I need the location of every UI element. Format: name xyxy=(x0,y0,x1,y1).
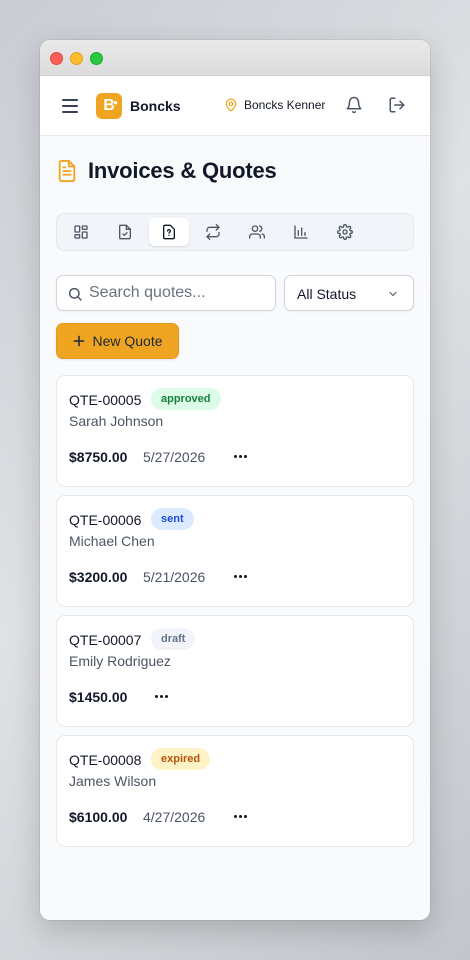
status-badge: approved xyxy=(151,388,221,410)
tab-invoices[interactable] xyxy=(105,218,145,246)
new-quote-button[interactable]: New Quote xyxy=(56,323,179,359)
quote-amount: $1450.00 xyxy=(69,689,128,705)
status-filter-value: All Status xyxy=(297,286,357,302)
page-title-row: Invoices & Quotes xyxy=(56,158,277,184)
window-zoom-button[interactable] xyxy=(90,52,103,65)
more-options-icon[interactable] xyxy=(228,806,252,826)
bell-icon[interactable] xyxy=(345,96,363,119)
quote-id: QTE-00006 xyxy=(69,512,142,528)
invoice-check-icon xyxy=(119,224,131,240)
search-icon xyxy=(68,287,82,301)
search-input[interactable] xyxy=(89,276,269,310)
customer-name: Emily Rodriguez xyxy=(69,653,171,669)
recurring-arrows-icon xyxy=(206,224,220,240)
settings-gear-icon xyxy=(337,224,353,240)
quote-date: 5/21/2026 xyxy=(143,569,206,585)
location-label: Boncks Kenner xyxy=(244,98,326,112)
chevron-down-icon xyxy=(389,291,397,297)
window-minimize-button[interactable] xyxy=(70,52,83,65)
customer-name: Michael Chen xyxy=(69,533,155,549)
quote-date: 4/27/2026 xyxy=(143,809,206,825)
brand-name: Boncks xyxy=(130,98,181,114)
customers-icon xyxy=(249,225,265,239)
brand-logo: B ● xyxy=(96,93,122,119)
tab-settings[interactable] xyxy=(325,218,365,246)
hamburger-menu-icon[interactable] xyxy=(60,96,80,116)
search-field xyxy=(56,275,276,311)
dashboard-grid-icon xyxy=(74,225,88,239)
quote-amount: $3200.00 xyxy=(69,569,128,585)
quote-amount: $6100.00 xyxy=(69,809,128,825)
customer-name: James Wilson xyxy=(69,773,157,789)
tab-reports[interactable] xyxy=(281,218,321,246)
quote-id: QTE-00005 xyxy=(69,392,142,408)
section-tabs xyxy=(56,213,414,251)
app-header: B ● Boncks Boncks Kenner xyxy=(40,76,430,136)
tab-quotes[interactable] xyxy=(149,218,189,246)
tab-recurring[interactable] xyxy=(193,218,233,246)
reports-chart-icon xyxy=(294,225,308,239)
more-options-icon[interactable] xyxy=(228,446,252,466)
window-titlebar xyxy=(40,40,430,76)
location-selector[interactable]: Boncks Kenner xyxy=(224,98,325,112)
new-quote-label: New Quote xyxy=(92,333,163,349)
plus-icon xyxy=(74,335,85,347)
quote-id: QTE-00008 xyxy=(69,752,142,768)
status-badge: draft xyxy=(151,628,196,650)
tab-dashboard[interactable] xyxy=(61,218,101,246)
quote-question-icon xyxy=(163,224,175,240)
more-options-icon[interactable] xyxy=(228,566,252,586)
more-options-icon[interactable] xyxy=(149,686,173,706)
map-pin-icon xyxy=(225,98,237,112)
app-window: B ● Boncks Boncks Kenner Invoices & Quote… xyxy=(40,40,430,920)
quote-card[interactable]: QTE-00007 draft Emily Rodriguez $1450.00 xyxy=(56,615,414,727)
window-close-button[interactable] xyxy=(50,52,63,65)
quote-card[interactable]: QTE-00008 expired James Wilson $6100.00 … xyxy=(56,735,414,847)
quote-date: 5/27/2026 xyxy=(143,449,206,465)
quote-card[interactable]: QTE-00005 approved Sarah Johnson $8750.0… xyxy=(56,375,414,487)
status-filter-select[interactable]: All Status xyxy=(284,275,414,311)
quote-amount: $8750.00 xyxy=(69,449,128,465)
status-badge: sent xyxy=(151,508,194,530)
customer-name: Sarah Johnson xyxy=(69,413,164,429)
quote-card[interactable]: QTE-00006 sent Michael Chen $3200.00 5/2… xyxy=(56,495,414,607)
status-badge: expired xyxy=(151,748,211,770)
logout-icon[interactable] xyxy=(388,96,406,119)
tab-customers[interactable] xyxy=(237,218,277,246)
quote-id: QTE-00007 xyxy=(69,632,142,648)
page-title: Invoices & Quotes xyxy=(88,158,277,183)
document-icon xyxy=(58,160,76,182)
